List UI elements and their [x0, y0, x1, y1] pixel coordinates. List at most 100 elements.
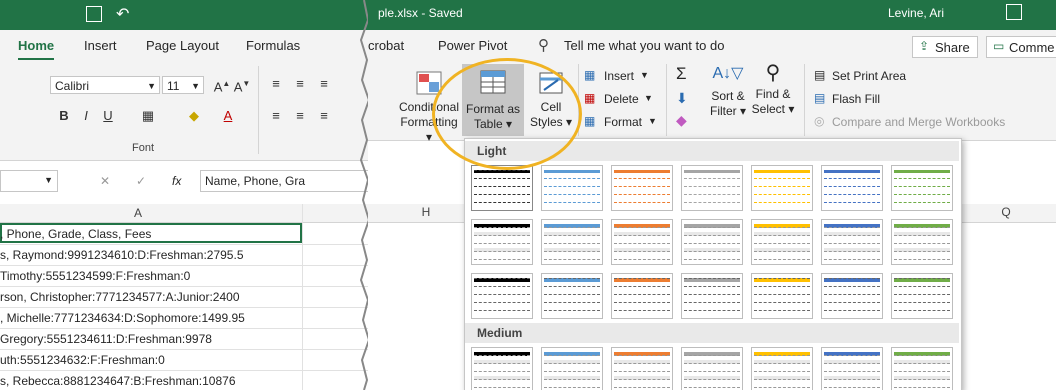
table-style-option[interactable]	[821, 165, 883, 211]
fill-icon[interactable]: ⬇	[676, 90, 688, 107]
column-header-q[interactable]: Q	[996, 205, 1016, 221]
delete-button[interactable]: Delete	[604, 92, 639, 106]
style-line	[614, 302, 670, 304]
insert-function-icon[interactable]: fx	[172, 174, 181, 188]
tab-formulas[interactable]: Formulas	[246, 38, 300, 53]
table-row[interactable]: , Phone, Grade, Class, Fees	[0, 224, 372, 245]
share-button[interactable]: ⇪ Share	[912, 36, 978, 58]
table-style-option[interactable]	[471, 347, 533, 390]
table-style-option[interactable]	[891, 347, 953, 390]
tab-page-layout[interactable]: Page Layout	[146, 38, 219, 53]
align-right-icon[interactable]: ≡	[314, 106, 334, 126]
table-style-option[interactable]	[471, 165, 533, 211]
underline-button[interactable]: U	[98, 106, 118, 126]
table-style-option[interactable]	[891, 165, 953, 211]
table-style-option[interactable]	[751, 347, 813, 390]
save-icon[interactable]	[86, 6, 102, 22]
sort-filter-button[interactable]: A↓▽ Sort & Filter ▾	[708, 66, 748, 119]
table-style-option[interactable]	[751, 273, 813, 319]
format-button[interactable]: Format	[604, 115, 642, 129]
align-bottom-icon[interactable]: ≡	[314, 74, 334, 94]
table-row[interactable]: Timothy:5551234599:F:Freshman:0	[0, 266, 372, 287]
table-style-option[interactable]	[471, 273, 533, 319]
title-bar: ↶	[0, 0, 372, 30]
style-line	[824, 384, 880, 388]
tab-insert[interactable]: Insert	[84, 38, 117, 53]
table-style-option[interactable]	[541, 273, 603, 319]
style-line	[614, 224, 670, 228]
style-line	[614, 248, 670, 252]
table-row[interactable]: rson, Christopher:7771234577:A:Junior:24…	[0, 287, 372, 308]
bold-button[interactable]: B	[54, 106, 74, 126]
table-style-option[interactable]	[821, 347, 883, 390]
table-style-option[interactable]	[681, 219, 743, 265]
flash-fill-button[interactable]: Flash Fill	[832, 92, 880, 106]
borders-icon[interactable]: ▦	[138, 106, 158, 126]
table-style-option[interactable]	[471, 219, 533, 265]
italic-button[interactable]: I	[76, 106, 96, 126]
font-name-select[interactable]: Calibri ▼	[50, 76, 160, 94]
table-style-option[interactable]	[681, 165, 743, 211]
table-style-option[interactable]	[751, 219, 813, 265]
font-group-label: Font	[132, 142, 155, 154]
align-top-icon[interactable]: ≡	[266, 74, 286, 94]
table-row[interactable]: Gregory:5551234611:D:Freshman:9978	[0, 329, 372, 350]
table-style-option[interactable]	[681, 273, 743, 319]
comments-button[interactable]: ▭ Comme	[986, 36, 1056, 58]
table-style-option[interactable]	[541, 219, 603, 265]
table-style-option[interactable]	[891, 219, 953, 265]
table-style-option[interactable]	[821, 273, 883, 319]
undo-icon[interactable]: ↶	[116, 4, 129, 24]
table-style-option[interactable]	[891, 273, 953, 319]
table-style-option[interactable]	[611, 219, 673, 265]
table-style-option[interactable]	[611, 347, 673, 390]
left-excel-crop: ↶ Home Insert Page Layout Formulas Calib…	[0, 0, 372, 390]
user-name[interactable]: Levine, Ari	[888, 6, 944, 20]
insert-button[interactable]: Insert	[604, 69, 634, 83]
fill-color-icon[interactable]: ◆	[184, 106, 204, 126]
chevron-down-icon[interactable]: ▼	[644, 93, 653, 103]
autosum-icon[interactable]: Σ	[676, 64, 687, 84]
chevron-down-icon[interactable]: ▼	[648, 116, 657, 126]
table-style-option[interactable]	[541, 347, 603, 390]
tab-home[interactable]: Home	[18, 38, 55, 61]
tab-acrobat[interactable]: crobat	[368, 38, 404, 53]
chevron-down-icon[interactable]: ▼	[640, 70, 649, 80]
style-line	[894, 376, 950, 380]
column-header-a[interactable]: A	[134, 206, 142, 220]
table-style-option[interactable]	[611, 273, 673, 319]
set-print-area-button[interactable]: Set Print Area	[832, 69, 906, 83]
table-style-option[interactable]	[611, 165, 673, 211]
tell-me-input[interactable]: Tell me what you want to do	[564, 38, 724, 53]
find-select-button[interactable]: ⚲ Find & Select ▾	[750, 63, 796, 117]
table-style-option[interactable]	[681, 347, 743, 390]
table-style-option[interactable]	[541, 165, 603, 211]
grow-font-icon[interactable]: A▲	[212, 74, 232, 94]
style-line	[474, 170, 530, 173]
name-box[interactable]: ▼	[0, 170, 58, 192]
style-line	[684, 248, 740, 252]
ribbon-display-icon[interactable]	[1006, 4, 1022, 20]
table-style-option[interactable]	[751, 165, 813, 211]
table-style-option[interactable]	[821, 219, 883, 265]
align-center-icon[interactable]: ≡	[290, 106, 310, 126]
font-color-button[interactable]: A	[218, 106, 238, 126]
tab-power-pivot[interactable]: Power Pivot	[438, 38, 507, 53]
align-left-icon[interactable]: ≡	[266, 106, 286, 126]
font-size-select[interactable]: 11 ▼	[162, 76, 204, 94]
table-row[interactable]: s, Raymond:9991234610:D:Freshman:2795.5	[0, 245, 372, 266]
table-row[interactable]: s, Rebecca:8881234647:B:Freshman:10876	[0, 371, 372, 390]
clear-icon[interactable]: ◆	[676, 112, 687, 129]
cancel-icon[interactable]: ✕	[100, 174, 110, 188]
enter-icon[interactable]: ✓	[136, 174, 146, 188]
column-header-h[interactable]: H	[416, 205, 436, 221]
style-line	[754, 232, 810, 236]
shrink-font-icon[interactable]: A▼	[232, 74, 252, 94]
table-row[interactable]: uth:5551234632:F:Freshman:0	[0, 350, 372, 371]
style-line	[684, 224, 740, 228]
align-middle-icon[interactable]: ≡	[290, 74, 310, 94]
compare-merge-button[interactable]: Compare and Merge Workbooks	[832, 115, 1005, 129]
style-line	[544, 352, 600, 356]
formula-input[interactable]: Name, Phone, Gra	[200, 170, 372, 192]
table-row[interactable]: , Michelle:7771234634:D:Sophomore:1499.9…	[0, 308, 372, 329]
